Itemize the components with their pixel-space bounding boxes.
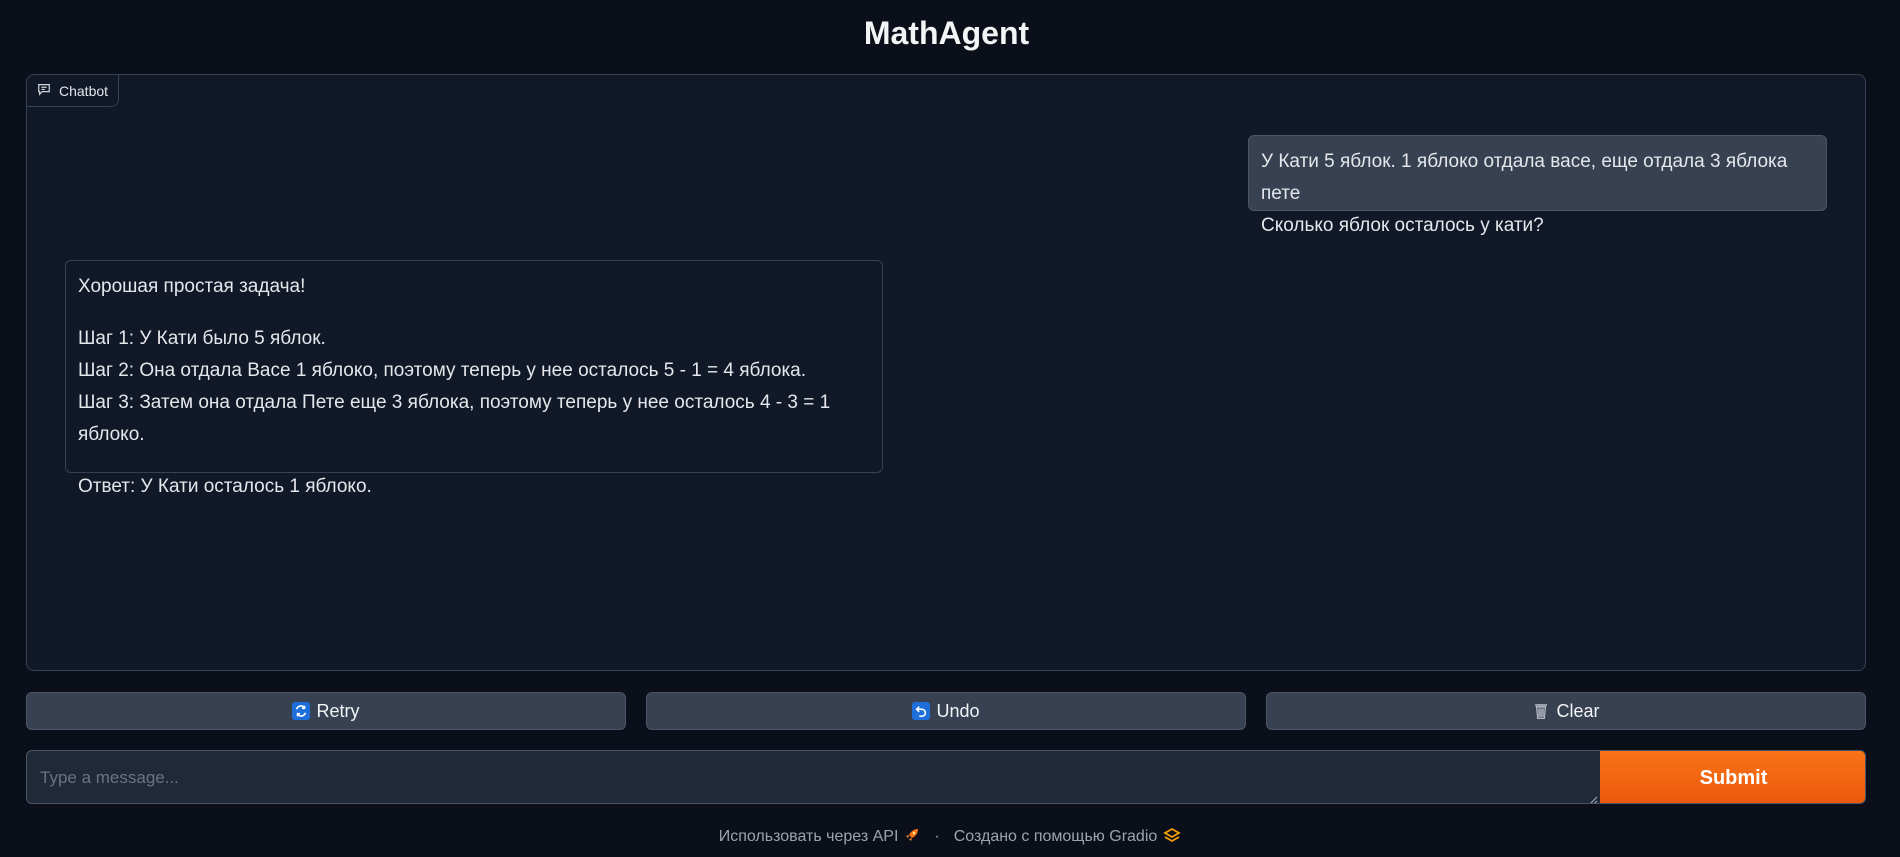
undo-label: Undo <box>936 700 980 721</box>
bot-message-step: Шаг 1: У Кати было 5 яблок. <box>78 328 326 349</box>
retry-button[interactable]: Retry <box>26 692 626 730</box>
submit-button[interactable]: Submit <box>1600 751 1865 803</box>
retry-label: Retry <box>316 700 360 721</box>
page-title: MathAgent <box>863 15 1030 51</box>
chatbot-label-text: Chatbot <box>59 82 109 99</box>
app-root: MathAgent Chatbot У Кати 5 яблок. 1 ябло… <box>0 0 1900 857</box>
wastebasket-icon <box>1532 702 1550 720</box>
message-input[interactable] <box>27 751 1600 803</box>
resize-handle-icon[interactable] <box>1588 793 1598 803</box>
clear-button[interactable]: Clear <box>1266 692 1866 730</box>
undo-icon <box>912 702 931 720</box>
user-message: У Кати 5 яблок. 1 яблоко отдала васе, ещ… <box>1248 135 1827 236</box>
chat-bubble-icon <box>37 82 51 99</box>
chatbot-label: Chatbot <box>27 75 120 107</box>
api-link-label: Использовать через API <box>718 828 899 845</box>
gradio-logo-icon <box>1163 827 1182 848</box>
bot-message-step: Шаг 2: Она отдала Васе 1 яблоко, поэтому… <box>78 360 807 381</box>
bot-message-answer: Ответ: У Кати осталось 1 яблоко. <box>78 476 372 497</box>
rocket-icon <box>904 827 920 848</box>
gradio-link-label: Создано с помощью Gradio <box>953 828 1158 845</box>
retry-icon <box>292 702 311 720</box>
message-composer: Submit <box>26 750 1866 804</box>
user-message-line: Сколько яблок осталось у кати? <box>1261 215 1544 236</box>
user-message-line: У Кати 5 яблок. 1 яблоко отдала васе, ещ… <box>1261 151 1788 204</box>
clear-label: Clear <box>1556 700 1600 721</box>
bot-message-intro: Хорошая простая задача! <box>78 276 306 297</box>
chatbot-panel: Chatbot У Кати 5 яблок. 1 яблоко отдала … <box>26 74 1866 671</box>
api-link[interactable]: Использовать через API <box>719 827 921 848</box>
bot-message-step: Шаг 3: Затем она отдала Пете еще 3 яблок… <box>78 392 831 445</box>
gradio-link[interactable]: Создано с помощью Gradio <box>954 827 1182 848</box>
bot-message: Хорошая простая задача! Шаг 1: У Кати бы… <box>65 260 883 497</box>
action-buttons: Retry Undo Clear <box>26 692 1866 730</box>
undo-button[interactable]: Undo <box>646 692 1246 730</box>
footer-separator: · <box>934 828 940 845</box>
footer: Использовать через API · Создано с помощ… <box>0 826 1900 848</box>
